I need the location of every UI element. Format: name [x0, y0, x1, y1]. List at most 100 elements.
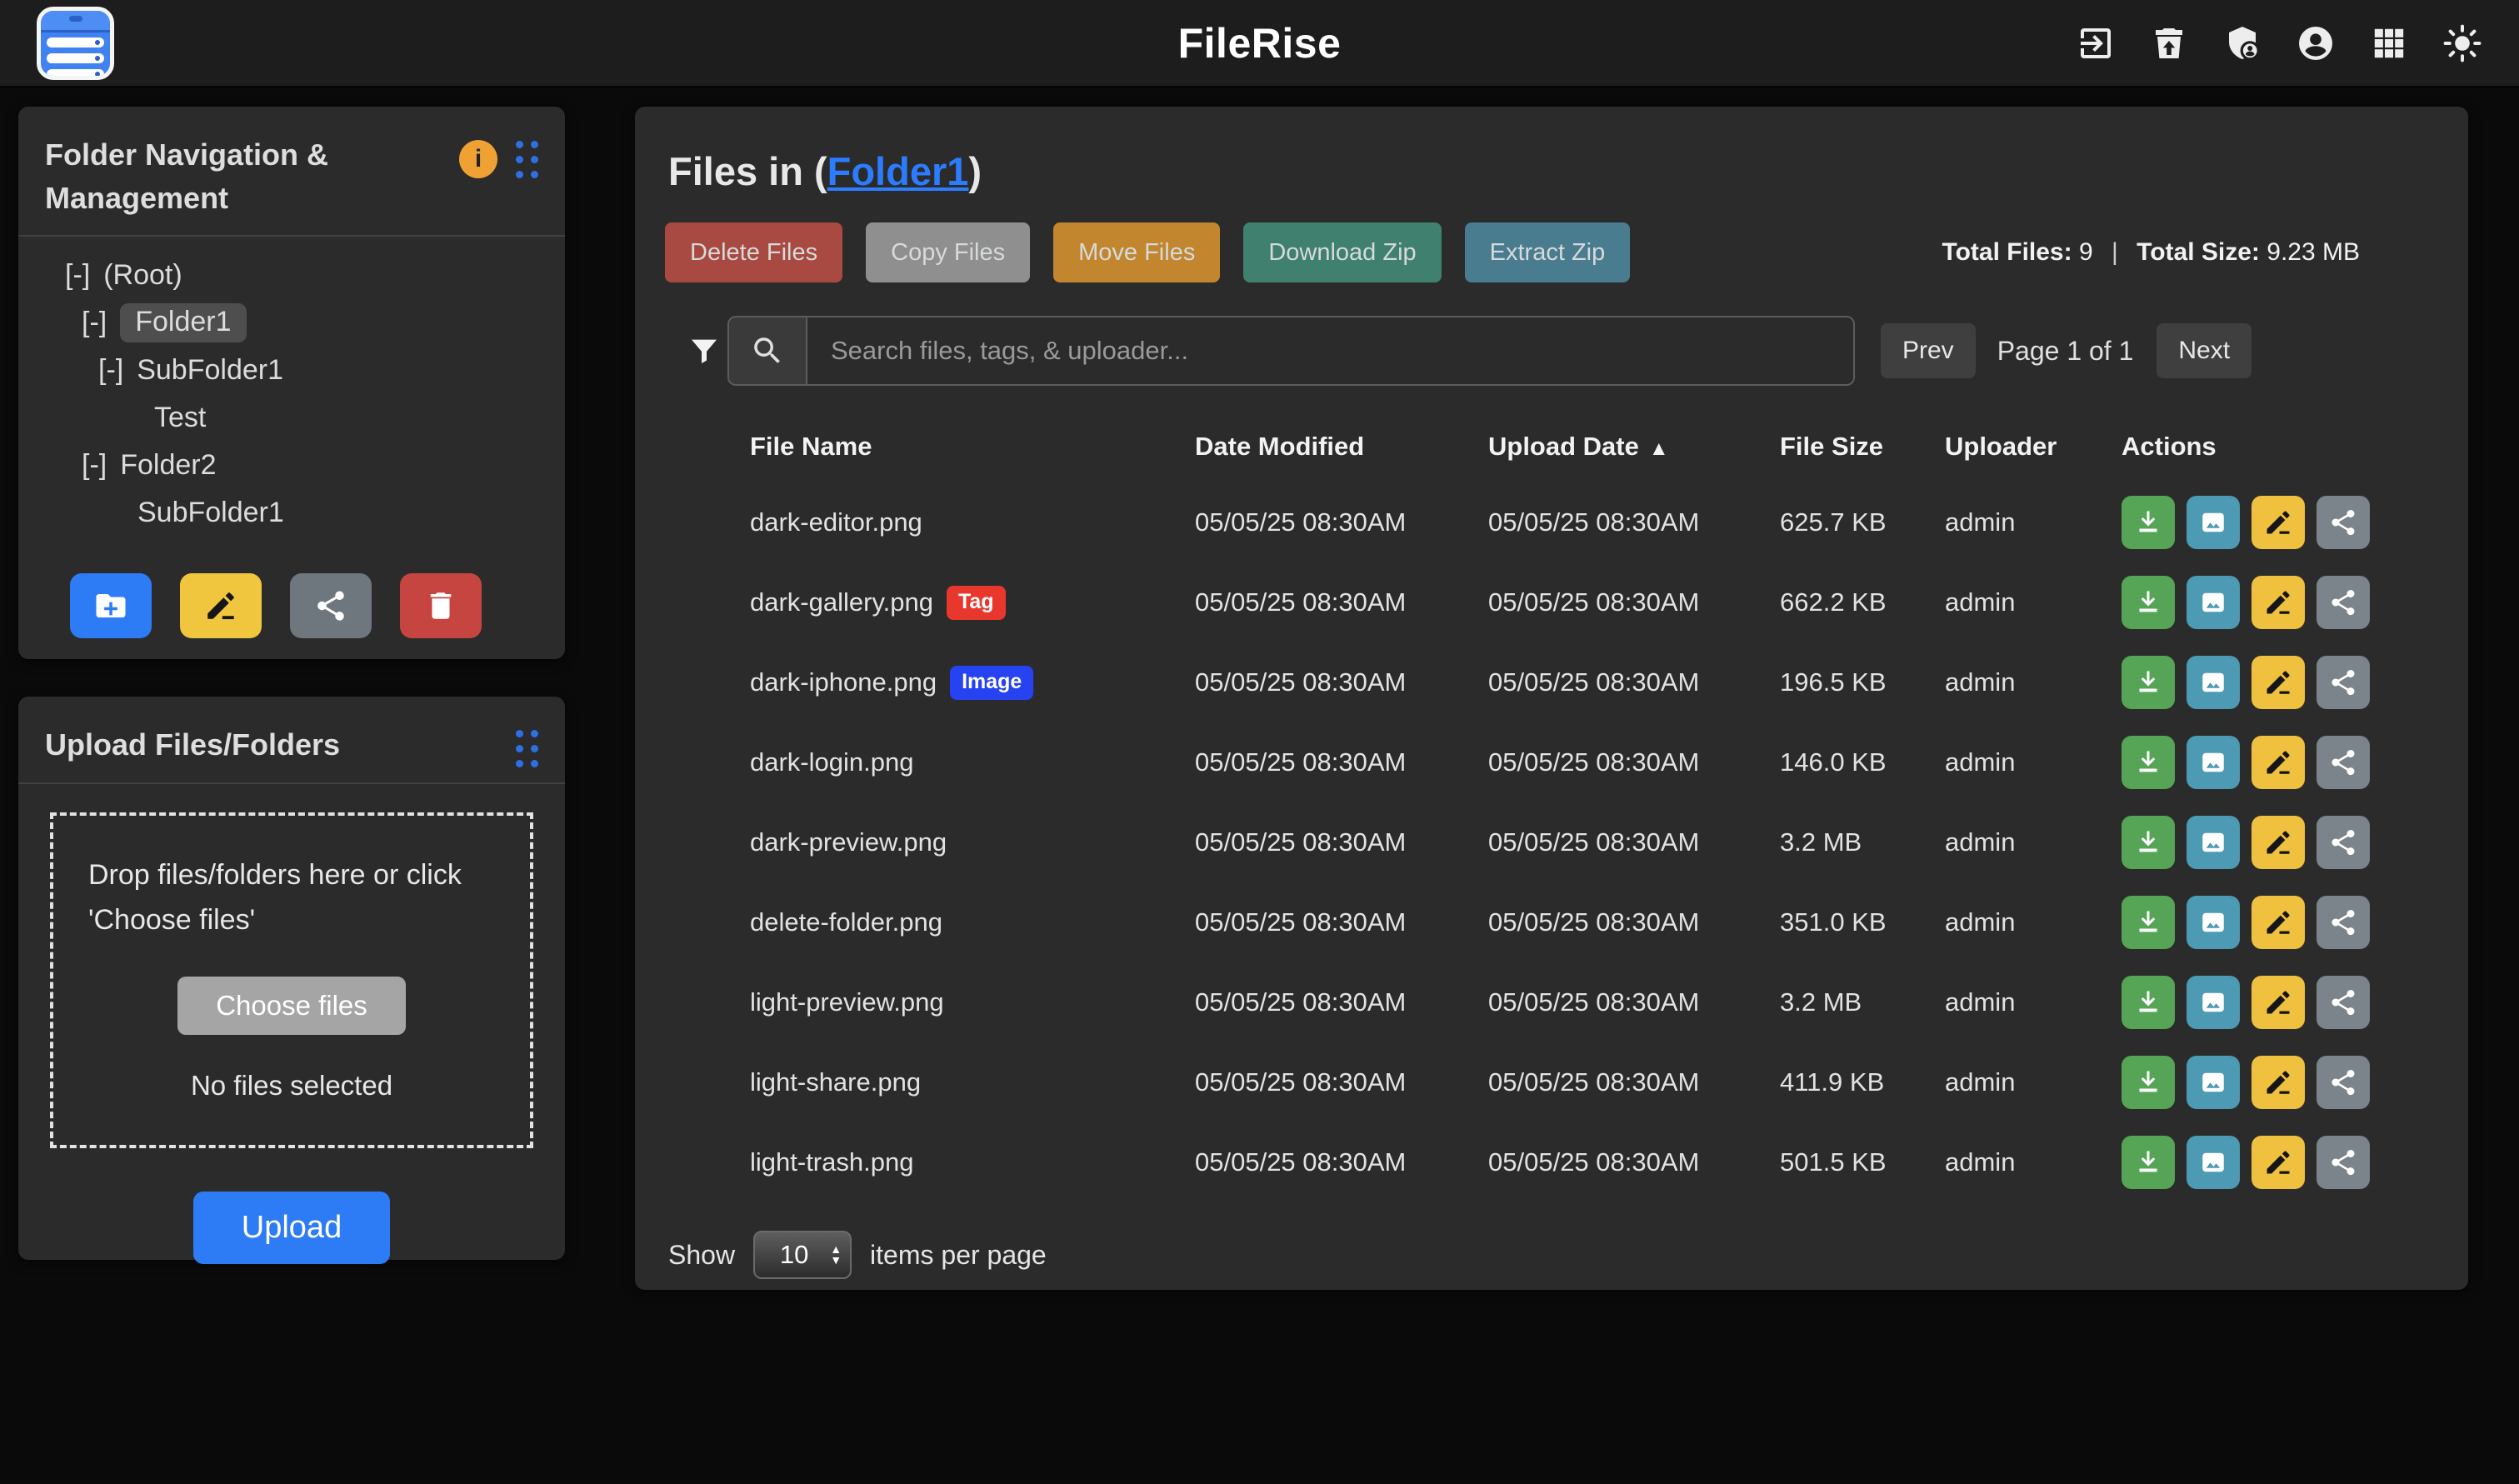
download-button[interactable]	[2122, 656, 2175, 709]
trash-restore-icon[interactable]	[2149, 23, 2189, 63]
column-date-modified[interactable]: Date Modified	[1195, 432, 1488, 462]
share-button[interactable]	[2317, 1056, 2370, 1109]
file-name-cell[interactable]: dark-preview.png	[750, 827, 1195, 857]
move-files-button[interactable]: Move Files	[1053, 222, 1220, 282]
rename-button[interactable]	[2252, 496, 2305, 549]
preview-button[interactable]	[2187, 1056, 2240, 1109]
folder-panel-tools: i	[459, 130, 538, 178]
collapse-toggle[interactable]: [-]	[98, 354, 123, 387]
preview-button[interactable]	[2187, 576, 2240, 629]
share-folder-button[interactable]	[290, 573, 372, 638]
preview-button[interactable]	[2187, 496, 2240, 549]
light-mode-icon[interactable]	[2442, 23, 2482, 63]
download-button[interactable]	[2122, 1136, 2175, 1189]
preview-button[interactable]	[2187, 656, 2240, 709]
rename-button[interactable]	[2252, 976, 2305, 1029]
extract-zip-button[interactable]: Extract Zip	[1465, 222, 1631, 282]
rename-button[interactable]	[2252, 896, 2305, 949]
share-button[interactable]	[2317, 576, 2370, 629]
delete-files-button[interactable]: Delete Files	[665, 222, 842, 282]
file-name-cell[interactable]: delete-folder.png	[750, 907, 1195, 937]
download-button[interactable]	[2122, 576, 2175, 629]
folder-tree-item-subfolder1[interactable]: [-]SubFolder1	[18, 347, 565, 394]
column-file-name[interactable]: File Name	[750, 432, 1195, 462]
apps-grid-icon[interactable]	[2369, 23, 2409, 63]
column-upload-date[interactable]: Upload Date▲	[1488, 432, 1780, 462]
share-button[interactable]	[2317, 1136, 2370, 1189]
file-badge-tag: Tag	[947, 586, 1006, 620]
preview-button[interactable]	[2187, 816, 2240, 869]
rename-button[interactable]	[2252, 1136, 2305, 1189]
share-button[interactable]	[2317, 656, 2370, 709]
rename-folder-button[interactable]	[180, 573, 262, 638]
rename-button[interactable]	[2252, 656, 2305, 709]
filerise-logo-icon[interactable]	[37, 7, 114, 80]
account-icon[interactable]	[2296, 23, 2336, 63]
date-modified-cell: 05/05/25 08:30AM	[1195, 587, 1488, 617]
delete-folder-button[interactable]	[400, 573, 482, 638]
share-button[interactable]	[2317, 976, 2370, 1029]
page-body: Folder Navigation & Management i [-](Roo…	[0, 88, 2519, 1308]
logout-icon[interactable]	[2076, 23, 2116, 63]
folder-tree-item-folder2[interactable]: [-]Folder2	[18, 442, 565, 489]
folder-tree-item-subfolder1[interactable]: SubFolder1	[18, 489, 565, 537]
rename-button[interactable]	[2252, 736, 2305, 789]
file-name-cell[interactable]: dark-iphone.pngImage	[750, 666, 1195, 700]
file-dropzone[interactable]: Drop files/folders here or click 'Choose…	[50, 812, 533, 1148]
file-name-cell[interactable]: dark-gallery.pngTag	[750, 586, 1195, 620]
share-button[interactable]	[2317, 816, 2370, 869]
collapse-toggle[interactable]: [-]	[82, 307, 107, 339]
folder-tree-item-root[interactable]: [-](Root)	[18, 252, 565, 299]
collapse-toggle[interactable]: [-]	[65, 259, 90, 292]
drag-handle-icon[interactable]	[516, 730, 538, 767]
share-button[interactable]	[2317, 736, 2370, 789]
filter-icon[interactable]	[687, 332, 721, 369]
download-button[interactable]	[2122, 896, 2175, 949]
download-button[interactable]	[2122, 976, 2175, 1029]
download-button[interactable]	[2122, 736, 2175, 789]
per-page-select[interactable]: 10 ▲▼	[753, 1231, 852, 1279]
download-button[interactable]	[2122, 496, 2175, 549]
column-file-size[interactable]: File Size	[1780, 432, 1945, 462]
file-name-cell[interactable]: light-share.png	[750, 1067, 1195, 1097]
preview-button[interactable]	[2187, 896, 2240, 949]
share-button[interactable]	[2317, 896, 2370, 949]
folder-navigation-panel: Folder Navigation & Management i [-](Roo…	[18, 107, 565, 659]
folder-tree-item-test[interactable]: Test	[18, 394, 565, 442]
preview-button[interactable]	[2187, 1136, 2240, 1189]
rename-button[interactable]	[2252, 816, 2305, 869]
column-uploader[interactable]: Uploader	[1945, 432, 2122, 462]
file-name-cell[interactable]: light-trash.png	[750, 1147, 1195, 1177]
header-icon-group	[2076, 23, 2482, 63]
date-modified-cell: 05/05/25 08:30AM	[1195, 1067, 1488, 1097]
create-folder-button[interactable]	[70, 573, 152, 638]
copy-files-button[interactable]: Copy Files	[866, 222, 1030, 282]
info-icon[interactable]: i	[459, 140, 497, 178]
file-size-cell: 501.5 KB	[1780, 1147, 1945, 1177]
search-input[interactable]	[806, 316, 1855, 386]
folder-tree-item-folder1[interactable]: [-]Folder1	[18, 299, 565, 347]
file-name-cell[interactable]: dark-login.png	[750, 747, 1195, 777]
download-button[interactable]	[2122, 1056, 2175, 1109]
next-page-button[interactable]: Next	[2157, 323, 2252, 378]
sidebar: Folder Navigation & Management i [-](Roo…	[18, 107, 565, 1260]
share-button[interactable]	[2317, 496, 2370, 549]
rename-button[interactable]	[2252, 1056, 2305, 1109]
current-folder-link[interactable]: Folder1	[827, 149, 969, 193]
no-files-selected-text: No files selected	[88, 1070, 495, 1102]
preview-button[interactable]	[2187, 976, 2240, 1029]
download-button[interactable]	[2122, 816, 2175, 869]
spinner-arrows-icon[interactable]: ▲▼	[830, 1244, 842, 1265]
download-zip-button[interactable]: Download Zip	[1243, 222, 1441, 282]
upload-button[interactable]: Upload	[193, 1192, 390, 1264]
page-indicator: Page 1 of 1	[1997, 336, 2134, 367]
drag-handle-icon[interactable]	[516, 141, 538, 178]
prev-page-button[interactable]: Prev	[1881, 323, 1976, 378]
preview-button[interactable]	[2187, 736, 2240, 789]
file-name-cell[interactable]: dark-editor.png	[750, 507, 1195, 537]
file-name-cell[interactable]: light-preview.png	[750, 987, 1195, 1017]
rename-button[interactable]	[2252, 576, 2305, 629]
admin-shield-icon[interactable]	[2222, 23, 2262, 63]
collapse-toggle[interactable]: [-]	[82, 449, 107, 482]
choose-files-button[interactable]: Choose files	[177, 977, 406, 1035]
